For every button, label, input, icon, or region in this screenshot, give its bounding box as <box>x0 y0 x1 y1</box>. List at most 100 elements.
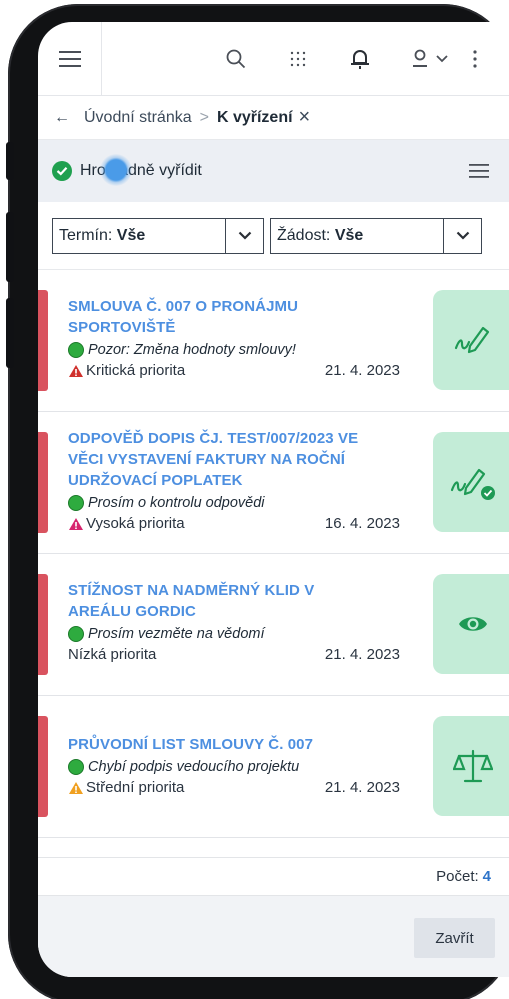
breadcrumb-separator: > <box>199 108 209 126</box>
item-title[interactable]: SMLOUVA Č. 007 O PRONÁJMU SPORTOVIŠTĚ <box>68 296 400 338</box>
item-meta: Vysoká priorita 16. 4. 2023 <box>68 514 400 534</box>
term-filter-value: Vše <box>116 226 146 244</box>
item-title-line: SPORTOVIŠTĚ <box>68 319 176 336</box>
close-tab-icon[interactable]: × <box>299 106 311 129</box>
request-filter-label: Žádost: <box>277 226 331 244</box>
warning-icon <box>69 518 83 530</box>
touch-indicator <box>100 154 132 186</box>
count-value: 4 <box>482 868 491 885</box>
request-filter-select[interactable]: Žádost: Vše <box>270 217 482 254</box>
breadcrumb-home-link[interactable]: Úvodní stránka <box>84 109 192 127</box>
chevron-down-icon[interactable] <box>225 218 263 253</box>
term-filter-text: Termín: Vše <box>53 227 225 245</box>
list-item-body: PRŮVODNÍ LIST SMLOUVY Č. 007 Chybí podpi… <box>68 734 400 798</box>
hamburger-menu-button[interactable] <box>38 22 102 96</box>
phone-side-button <box>6 142 14 180</box>
chevron-down-icon[interactable] <box>443 218 481 253</box>
item-title-line: UDRŽOVACÍ POPLATEK <box>68 472 243 489</box>
item-title-line: SMLOUVA Č. 007 O PRONÁJMU <box>68 298 299 315</box>
chevron-down-icon <box>436 55 448 63</box>
item-date: 21. 4. 2023 <box>324 362 400 379</box>
list-item[interactable]: ODPOVĚĎ DOPIS ČJ. TEST/007/2023 VE VĚCI … <box>38 412 509 554</box>
item-priority: Vysoká priorita <box>68 514 185 534</box>
action-bar: Hromadně vyřídit <box>38 140 509 202</box>
hamburger-icon <box>58 50 81 67</box>
search-icon <box>226 49 246 69</box>
phone-side-button <box>6 298 14 368</box>
bulk-resolve-button[interactable]: Hromadně vyřídit <box>80 162 202 180</box>
phone-side-button <box>6 212 14 282</box>
item-note-text: Pozor: Změna hodnoty smlouvy! <box>88 342 296 358</box>
item-priority-text: Střední priorita <box>86 779 185 796</box>
more-vertical-icon <box>473 50 477 68</box>
term-filter-select[interactable]: Termín: Vše <box>52 217 264 254</box>
item-meta: Nízká priorita 21. 4. 2023 <box>68 645 400 665</box>
warning-icon <box>69 782 83 794</box>
item-count: Počet: 4 <box>38 857 509 895</box>
item-priority-text: Kritická priorita <box>86 362 186 379</box>
priority-bar <box>38 290 48 391</box>
breadcrumb-current: K vyřízení <box>216 108 293 126</box>
sign-approve-icon <box>450 468 495 500</box>
notifications-button[interactable] <box>348 47 372 71</box>
sign-icon <box>454 326 490 354</box>
sign-approve-action-button[interactable] <box>433 432 509 532</box>
search-button[interactable] <box>224 47 248 71</box>
filter-bar: Termín: Vše Žádost: Vše <box>38 202 509 270</box>
item-note: Prosím o kontrolu odpovědi <box>68 493 400 513</box>
item-title-line: VĚCI VYSTAVENÍ FAKTURY NA ROČNÍ <box>68 451 346 468</box>
request-filter-text: Žádost: Vše <box>271 227 443 245</box>
item-date: 21. 4. 2023 <box>324 779 400 796</box>
item-meta: Střední priorita 21. 4. 2023 <box>68 778 400 798</box>
list-menu-icon[interactable] <box>469 164 489 178</box>
item-note-text: Prosím o kontrolu odpovědi <box>88 495 265 511</box>
breadcrumb: ← Úvodní stránka > K vyřízení × <box>38 96 509 140</box>
item-title-line: AREÁLU GORDIC <box>68 603 196 620</box>
item-priority-text: Vysoká priorita <box>86 515 185 532</box>
item-title[interactable]: ODPOVĚĎ DOPIS ČJ. TEST/007/2023 VE VĚCI … <box>68 428 400 491</box>
eye-icon <box>459 617 487 631</box>
status-dot-icon <box>68 626 84 642</box>
user-menu-button[interactable] <box>408 47 452 71</box>
item-note-text: Prosím vezměte na vědomí <box>88 626 265 642</box>
status-dot-icon <box>68 342 84 358</box>
list-item[interactable]: STÍŽNOST NA NADMĚRNÝ KLID V AREÁLU GORDI… <box>38 554 509 696</box>
footer-bar: Zavřít <box>38 895 509 977</box>
review-action-button[interactable] <box>433 716 509 816</box>
item-title[interactable]: PRŮVODNÍ LIST SMLOUVY Č. 007 <box>68 734 400 755</box>
term-filter-label: Termín: <box>59 226 113 244</box>
apps-grid-icon <box>290 51 306 67</box>
item-note-text: Chybí podpis vedoucího projektu <box>88 759 300 775</box>
sign-action-button[interactable] <box>433 290 509 390</box>
list-item[interactable]: SMLOUVA Č. 007 O PRONÁJMU SPORTOVIŠTĚ Po… <box>38 270 509 412</box>
app-screen: ← Úvodní stránka > K vyřízení × Hromadně… <box>38 22 509 977</box>
item-title-line: PRŮVODNÍ LIST SMLOUVY Č. 007 <box>68 736 314 753</box>
item-date: 16. 4. 2023 <box>324 515 400 532</box>
item-title-line: STÍŽNOST NA NADMĚRNÝ KLID V <box>68 582 315 599</box>
task-list: SMLOUVA Č. 007 O PRONÁJMU SPORTOVIŠTĚ Po… <box>38 270 509 838</box>
close-button[interactable]: Zavřít <box>414 918 495 958</box>
acknowledge-action-button[interactable] <box>433 574 509 674</box>
request-filter-value: Vše <box>334 226 364 244</box>
priority-bar <box>38 574 48 675</box>
status-dot-icon <box>68 759 84 775</box>
item-date: 21. 4. 2023 <box>324 646 400 663</box>
list-item-body: STÍŽNOST NA NADMĚRNÝ KLID V AREÁLU GORDI… <box>68 580 400 665</box>
user-icon <box>413 49 427 67</box>
check-circle-icon <box>52 161 72 181</box>
item-title[interactable]: STÍŽNOST NA NADMĚRNÝ KLID V AREÁLU GORDI… <box>68 580 400 622</box>
top-bar <box>38 22 509 96</box>
status-dot-icon <box>68 495 84 511</box>
list-item[interactable]: PRŮVODNÍ LIST SMLOUVY Č. 007 Chybí podpi… <box>38 696 509 838</box>
apps-grid-button[interactable] <box>286 47 310 71</box>
item-meta: Kritická priorita 21. 4. 2023 <box>68 361 400 381</box>
item-title-line: ODPOVĚĎ DOPIS ČJ. TEST/007/2023 VE <box>68 430 359 447</box>
priority-bar <box>38 716 48 817</box>
more-options-button[interactable] <box>468 47 482 71</box>
warning-icon <box>69 365 83 377</box>
priority-bar <box>38 432 48 533</box>
item-note: Chybí podpis vedoucího projektu <box>68 757 400 777</box>
back-arrow-icon[interactable]: ← <box>54 109 70 127</box>
list-item-body: SMLOUVA Č. 007 O PRONÁJMU SPORTOVIŠTĚ Po… <box>68 296 400 381</box>
bell-icon <box>351 50 369 69</box>
